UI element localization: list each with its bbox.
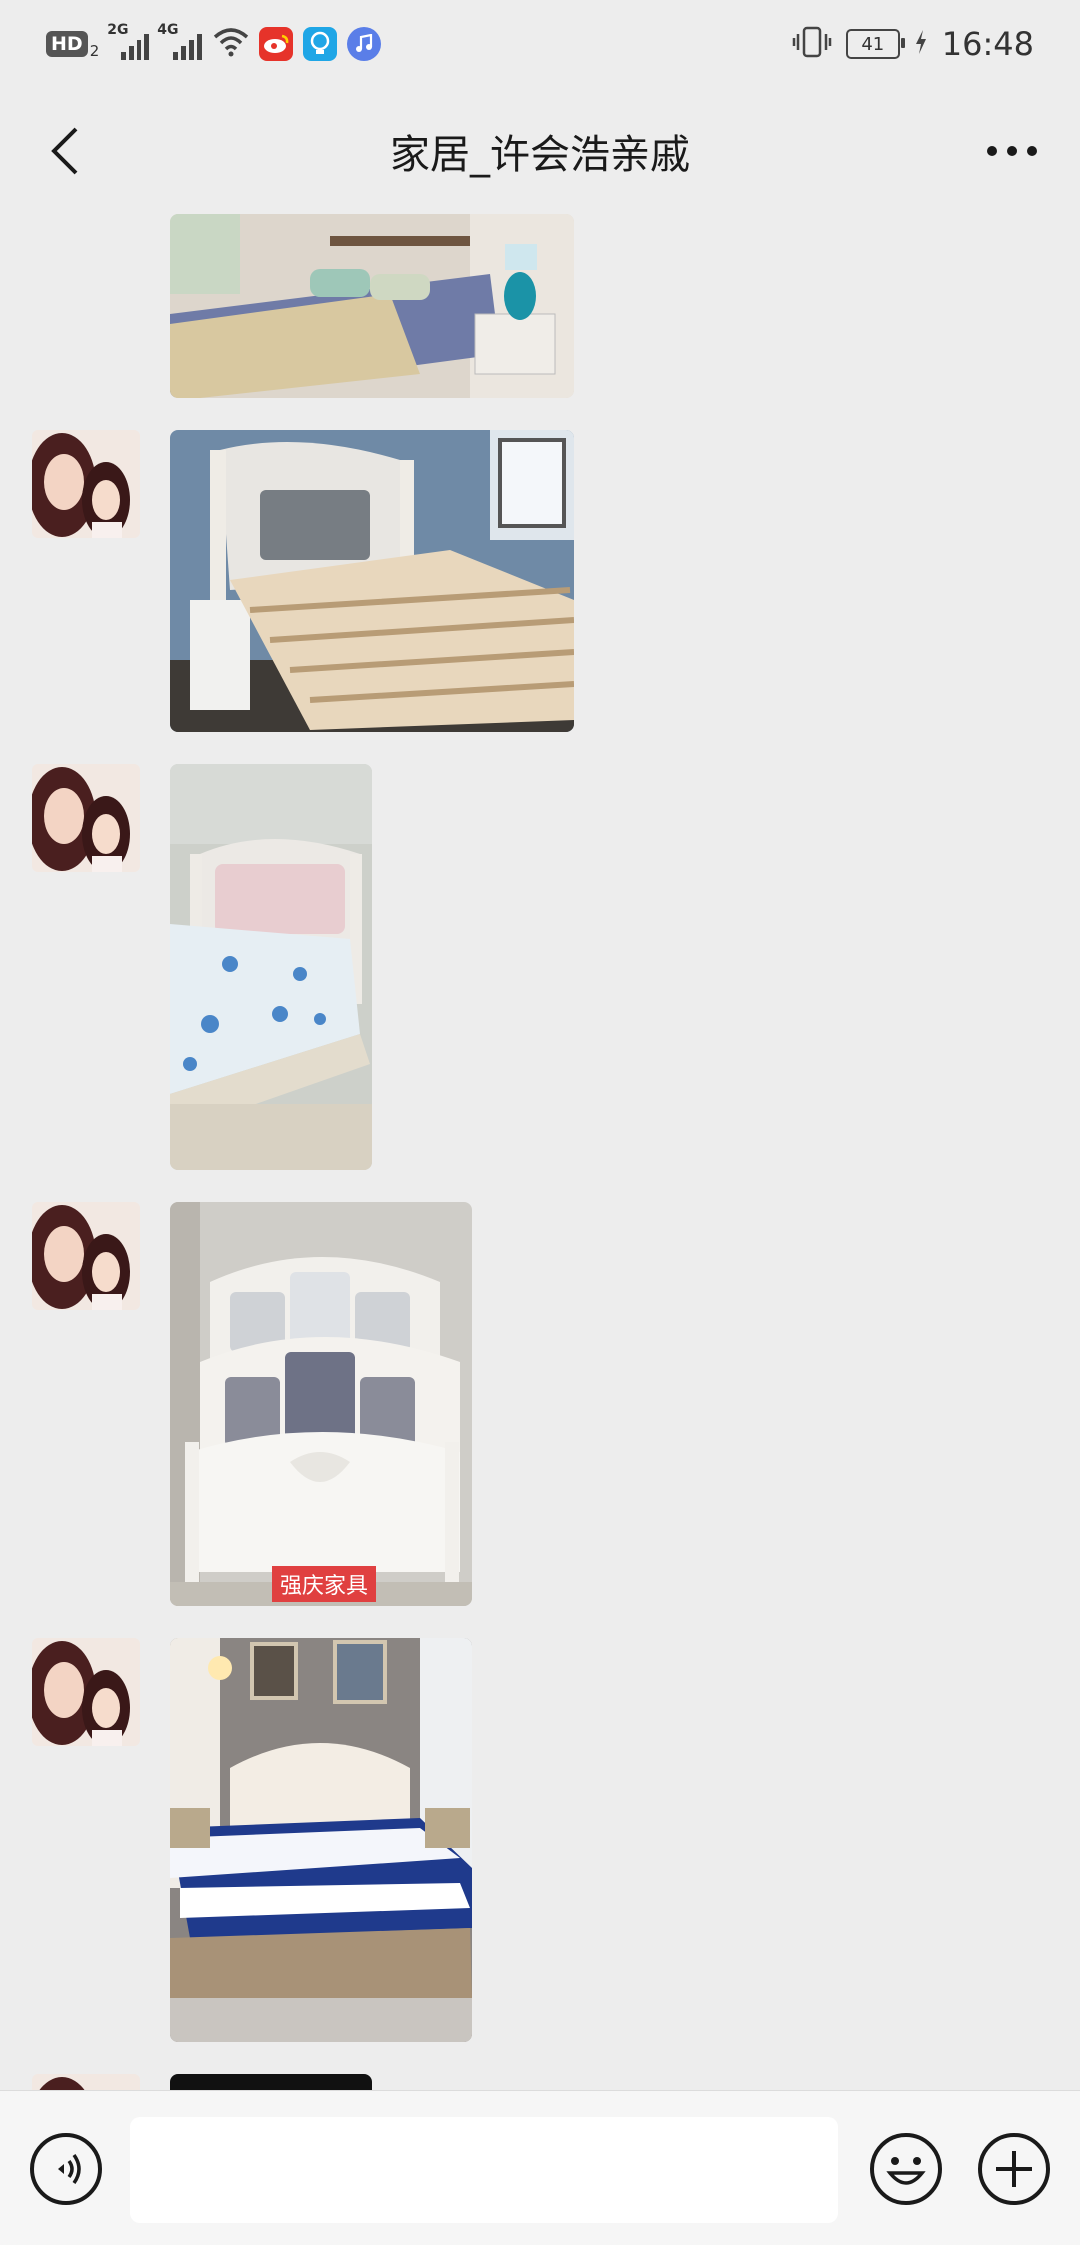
image-message-2[interactable]	[170, 430, 574, 732]
music-app-icon	[347, 27, 382, 61]
bulb-app-icon	[303, 27, 338, 61]
status-left: HD 2 2G 4G	[46, 22, 382, 66]
hd-badge: HD	[46, 31, 88, 57]
input-bar	[0, 2090, 1080, 2245]
more-functions-button[interactable]	[976, 2131, 1052, 2207]
voice-button[interactable]	[28, 2131, 104, 2207]
status-bar: HD 2 2G 4G 41 16:48	[0, 0, 1080, 86]
contact-avatar[interactable]	[32, 764, 140, 872]
voice-icon	[30, 2133, 102, 2205]
charging-icon	[914, 29, 928, 59]
status-time: 16:48	[941, 25, 1034, 63]
image-message-6[interactable]	[170, 2074, 372, 2090]
image-message-4[interactable]: 强庆家具	[170, 1202, 472, 1606]
emoji-button[interactable]	[868, 2131, 944, 2207]
chat-header: 家居_许会浩亲戚	[0, 86, 1080, 214]
weibo-app-icon	[259, 27, 294, 61]
image-message-5[interactable]	[170, 1638, 472, 2042]
hd-sub: 2	[89, 42, 100, 60]
image-message-3[interactable]	[170, 764, 372, 1170]
image-watermark: 强庆家具	[272, 1566, 377, 1602]
contact-avatar[interactable]	[32, 430, 140, 538]
signal-2g-icon: 2G	[107, 22, 150, 60]
more-dots-icon	[987, 146, 1037, 156]
contact-avatar[interactable]	[32, 1202, 140, 1310]
message-list[interactable]: 强庆家具	[0, 214, 1080, 2090]
contact-avatar[interactable]	[32, 1638, 140, 1746]
signal-4g-icon: 4G	[157, 22, 203, 60]
signal-2g-label: 2G	[107, 22, 129, 38]
message-input[interactable]	[130, 2117, 838, 2223]
status-right: 41 16:48	[792, 22, 1034, 66]
chat-title: 家居_许会浩亲戚	[390, 132, 690, 178]
image-message-1[interactable]	[170, 214, 574, 398]
plus-icon	[978, 2133, 1050, 2205]
more-options-button[interactable]	[972, 116, 1052, 186]
battery-indicator: 41	[845, 29, 905, 59]
contact-avatar[interactable]	[32, 2074, 140, 2090]
vibrate-icon	[792, 26, 832, 62]
wifi-icon	[213, 27, 249, 61]
emoji-icon	[870, 2133, 942, 2205]
signal-4g-label: 4G	[157, 22, 179, 38]
